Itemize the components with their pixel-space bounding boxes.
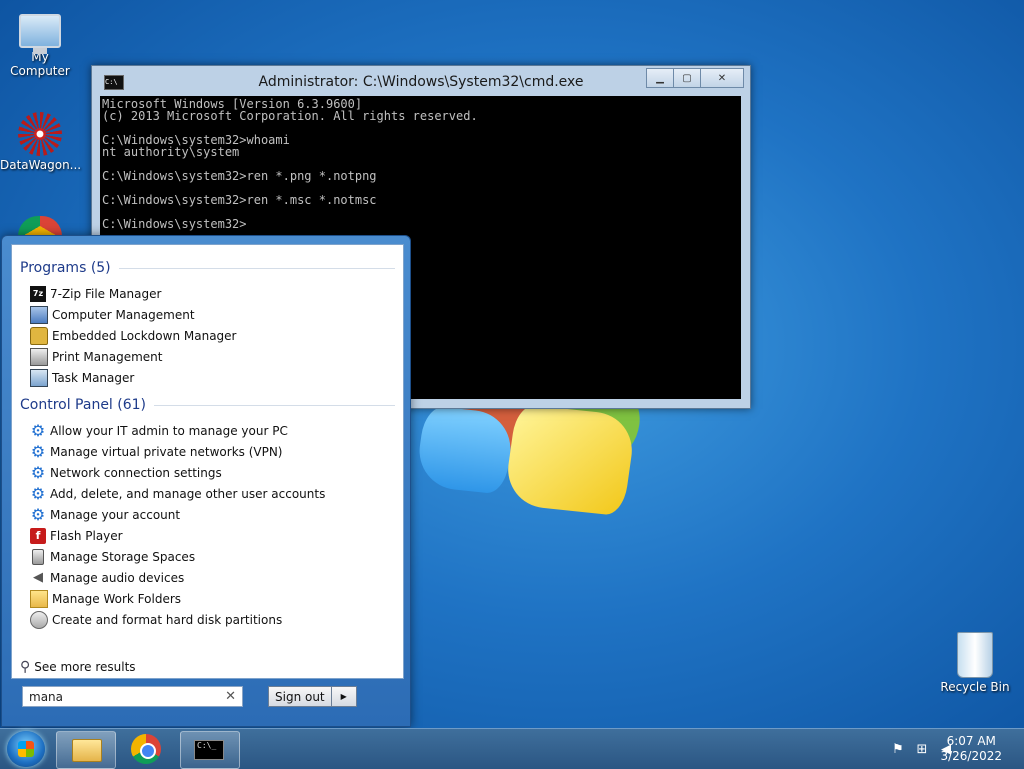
- disk-icon: [30, 610, 48, 629]
- programs-header-label: Programs (5): [20, 260, 111, 276]
- program-item-computer-management[interactable]: Computer Management: [12, 304, 403, 325]
- maximize-button[interactable]: ▢: [673, 68, 701, 88]
- item-label: Manage your account: [50, 507, 181, 522]
- datawagon-icon: [18, 112, 62, 156]
- gear-icon: ⚙: [30, 421, 46, 440]
- item-label: Task Manager: [52, 370, 135, 385]
- taskbar-cmd[interactable]: C:\_: [180, 731, 240, 769]
- computer-icon: [19, 14, 61, 54]
- program-item-task-manager[interactable]: Task Manager: [12, 367, 403, 388]
- lock-icon: [30, 326, 48, 345]
- close-button[interactable]: ✕: [700, 68, 744, 88]
- clock-date: 3/26/2022: [940, 749, 1002, 763]
- see-more-results-link[interactable]: ⚲ See more results: [20, 659, 136, 675]
- gear-icon: ⚙: [30, 442, 46, 461]
- maximize-icon: ▢: [682, 72, 692, 84]
- speaker-icon: ◀: [33, 570, 43, 585]
- item-label: Manage Work Folders: [52, 591, 182, 606]
- cp-item-network-settings[interactable]: ⚙ Network connection settings: [12, 462, 403, 483]
- windows-logo-icon: [18, 741, 34, 757]
- sign-out-button[interactable]: Sign out: [268, 686, 332, 707]
- printer-icon: [30, 347, 48, 366]
- item-label: 7-Zip File Manager: [50, 286, 162, 301]
- magnifier-icon: ⚲: [20, 659, 31, 675]
- item-label: Add, delete, and manage other user accou…: [50, 486, 326, 501]
- window-controls: ▁ ▢ ✕: [646, 68, 744, 88]
- cp-item-storage-spaces[interactable]: Manage Storage Spaces: [12, 546, 403, 567]
- item-label: Allow your IT admin to manage your PC: [50, 423, 288, 438]
- 7zip-icon: 7z: [30, 285, 46, 302]
- item-label: Manage virtual private networks (VPN): [50, 444, 283, 459]
- desktop-icon-my-computer[interactable]: My Computer: [0, 8, 80, 78]
- see-more-label: See more results: [34, 660, 136, 674]
- program-item-embedded-lockdown[interactable]: Embedded Lockdown Manager: [12, 325, 403, 346]
- clock-time: 6:07 AM: [946, 734, 996, 748]
- chrome-icon: [131, 734, 161, 764]
- clear-search-icon[interactable]: ✕: [225, 689, 236, 704]
- control-panel-header-label: Control Panel (61): [20, 397, 147, 413]
- cp-item-manage-user-accounts[interactable]: ⚙ Add, delete, and manage other user acco…: [12, 483, 403, 504]
- cp-item-allow-it-admin[interactable]: ⚙ Allow your IT admin to manage your PC: [12, 420, 403, 441]
- divider: [118, 267, 395, 269]
- cp-item-disk-partitions[interactable]: Create and format hard disk partitions: [12, 609, 403, 630]
- item-label: Flash Player: [50, 528, 123, 543]
- desktop-icon-label: My Computer: [10, 50, 70, 78]
- item-label: Print Management: [52, 349, 163, 364]
- desktop-chrome-icon[interactable]: [18, 216, 62, 236]
- task-manager-icon: [30, 368, 48, 387]
- desktop-icon-datawagon[interactable]: DataWagon...: [0, 112, 82, 172]
- start-menu: Programs (5) 7z 7-Zip File Manager Comput…: [1, 235, 411, 727]
- cp-item-manage-your-account[interactable]: ⚙ Manage your account: [12, 504, 403, 525]
- action-center-flag-icon[interactable]: ⚑: [890, 741, 906, 757]
- start-search-input[interactable]: [23, 688, 221, 705]
- gear-icon: ⚙: [30, 463, 46, 482]
- program-item-print-management[interactable]: Print Management: [12, 346, 403, 367]
- cp-item-flash-player[interactable]: f Flash Player: [12, 525, 403, 546]
- cmd-icon: C:\_: [194, 740, 224, 760]
- close-icon: ✕: [717, 72, 727, 84]
- network-icon[interactable]: ⊞: [914, 741, 930, 757]
- divider: [154, 404, 395, 406]
- desktop-icon-label: DataWagon...: [0, 158, 82, 172]
- shutdown-options-button[interactable]: ▶: [331, 686, 357, 707]
- gear-icon: ⚙: [30, 484, 46, 503]
- item-label: Network connection settings: [50, 465, 222, 480]
- start-button[interactable]: [7, 731, 45, 767]
- cp-item-manage-vpn[interactable]: ⚙ Manage virtual private networks (VPN): [12, 441, 403, 462]
- computer-management-icon: [30, 305, 48, 324]
- desktop-icon-recycle-bin[interactable]: Recycle Bin: [935, 632, 1015, 694]
- minimize-icon: ▁: [656, 72, 664, 84]
- wallpaper-pane-yellow: [502, 403, 638, 517]
- start-menu-results: Programs (5) 7z 7-Zip File Manager Comput…: [11, 244, 404, 679]
- item-label: Computer Management: [52, 307, 195, 322]
- item-label: Manage Storage Spaces: [50, 549, 196, 564]
- cmd-title-bar[interactable]: C:\ Administrator: C:\Windows\System32\c…: [92, 66, 750, 96]
- item-label: Embedded Lockdown Manager: [52, 328, 237, 343]
- taskbar: C:\_ ⚑ ⊞ ◀ 6:07 AM 3/26/2022: [0, 728, 1024, 769]
- recycle-bin-icon: [957, 632, 993, 678]
- item-label: Create and format hard disk partitions: [52, 612, 283, 627]
- minimize-button[interactable]: ▁: [646, 68, 674, 88]
- control-panel-header: Control Panel (61): [12, 394, 403, 416]
- triangle-right-icon: ▶: [340, 692, 347, 701]
- program-item-7zip[interactable]: 7z 7-Zip File Manager: [12, 283, 403, 304]
- programs-header: Programs (5): [12, 257, 403, 279]
- folder-icon: [30, 589, 48, 608]
- start-search-box[interactable]: ✕: [22, 686, 243, 707]
- taskbar-file-explorer[interactable]: [56, 731, 116, 769]
- folder-icon: [72, 739, 102, 762]
- cp-item-work-folders[interactable]: Manage Work Folders: [12, 588, 403, 609]
- storage-icon: [30, 548, 46, 565]
- clock[interactable]: 6:07 AM 3/26/2022: [940, 734, 1002, 764]
- item-label: Manage audio devices: [50, 570, 185, 585]
- cp-item-audio-devices[interactable]: ◀ Manage audio devices: [12, 567, 403, 588]
- flash-icon: f: [30, 527, 46, 544]
- gear-icon: ⚙: [30, 505, 46, 524]
- taskbar-chrome[interactable]: [118, 731, 176, 767]
- desktop-icon-label: Recycle Bin: [940, 680, 1010, 694]
- sign-out-control: Sign out ▶: [268, 686, 357, 707]
